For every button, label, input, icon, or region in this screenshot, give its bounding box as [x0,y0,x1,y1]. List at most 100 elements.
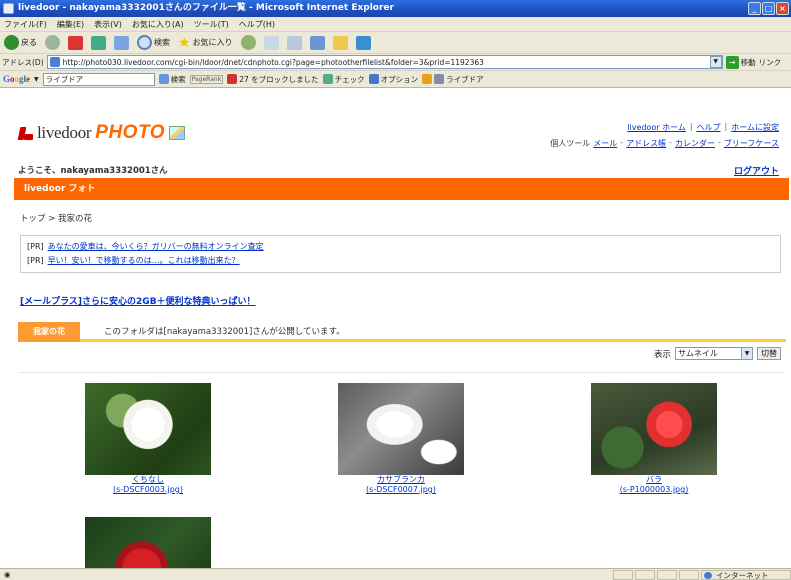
address-dropdown-icon[interactable]: ▼ [709,56,722,68]
back-button[interactable]: 戻る [2,34,39,52]
ie-icon [3,3,14,14]
forward-button[interactable] [43,34,62,52]
photo-file-link[interactable]: (s-P1000003.jpg) [591,485,717,495]
spellcheck-button[interactable]: チェック [322,74,365,85]
logout-link[interactable]: ログアウト [734,164,779,177]
menu-view[interactable]: 表示(V) [94,19,122,30]
breadcrumb[interactable]: トップ > 我家の花 [20,212,92,224]
options-button[interactable]: オプション [368,74,418,85]
history-button[interactable] [239,34,258,52]
go-arrow-icon: → [725,55,739,69]
status-cell [613,569,633,580]
star-icon: ★ [178,34,191,51]
section-title-bar[interactable]: livedoor フォト [14,178,789,200]
view-controls: 表示 サムネイル ▼ 切替 [654,347,781,360]
mail-button[interactable] [262,34,281,52]
personal-tools-label: 個人ツール [550,139,591,148]
google-search-input[interactable]: ライブドア [42,72,155,86]
stop-button[interactable] [66,34,85,52]
minimize-button[interactable]: _ [748,2,761,15]
search-button[interactable]: 検索 [135,34,172,52]
menu-help[interactable]: ヘルプ(H) [239,19,275,30]
photo-file-link[interactable]: (s-DSCF0003.jpg) [85,485,211,495]
menu-tools[interactable]: ツール(T) [194,19,229,30]
pr-link[interactable]: 早い！安い！で移動するのは…。これは移動出来た？ [48,254,240,268]
back-label: 戻る [21,38,37,47]
forward-arrow-icon [45,35,60,50]
folder-header: 我家の花 このフォルダは[nakayama3332001]さんが公開しています。 [18,322,786,342]
address-label: アドレス(D) [2,57,44,67]
rose-photo[interactable] [591,383,717,475]
history-icon [240,35,256,50]
search-label: 検索 [154,38,170,47]
personal-tools: 個人ツール メール - アドレス帳 - カレンダー - ブリーフケース [550,138,779,149]
window-titlebar: livedoor - nakayama3332001さんのファイル一覧 - Mi… [0,0,791,17]
photo-thumbnail: カサブランカ (s-DSCF0007.jpg) [338,383,464,495]
google-logo[interactable]: Google [3,74,30,84]
photo-title-link[interactable]: カサブランカ [338,475,464,485]
google-logo-dropdown-icon[interactable]: ▼ [34,76,39,83]
help-link[interactable]: ヘルプ [697,122,721,133]
links-label[interactable]: リンク [759,57,782,68]
pr-link[interactable]: あなたの愛車は、今いくら？ガリバーの無料オンライン査定 [48,240,264,254]
messenger-icon [355,35,371,50]
briefcase-link[interactable]: ブリーフケース [724,138,779,149]
photo-file-link[interactable]: (s-DSCF0007.jpg) [338,485,464,495]
livedoor-photo-logo[interactable]: livedoor PHOTO [18,122,185,144]
folder-icon [332,35,348,50]
gardenia-photo[interactable] [85,383,211,475]
folder-tab[interactable]: 我家の花 [18,322,80,342]
mail-link[interactable]: メール [593,138,617,149]
calendar-link[interactable]: カレンダー [675,138,715,149]
folder-button[interactable] [331,34,350,52]
window-title: livedoor - nakayama3332001さんのファイル一覧 - Mi… [18,3,394,13]
pagerank-indicator[interactable]: PageRank [189,74,224,84]
popup-blocker-button[interactable]: 27 をブロックしました [227,74,319,85]
print-button[interactable] [285,34,304,52]
internet-zone-indicator: インターネット [701,569,791,580]
favorites-label: お気に入り [192,38,233,47]
set-home-link[interactable]: ホームに設定 [731,122,779,133]
go-label: 移動 [740,57,756,67]
home-button[interactable] [112,34,131,52]
pr-item: [PR] 早い！安い！で移動するのは…。これは移動出来た？ [27,254,774,268]
print-icon [286,35,302,50]
go-button[interactable]: → 移動 [725,55,756,69]
photo-title-link[interactable]: くちなし [85,475,211,485]
camellia-photo[interactable] [85,517,211,568]
chevron-down-icon: ▼ [741,348,752,359]
address-url: http://photo030.livedoor.com/cgi-bin/ldo… [62,57,484,67]
refresh-icon [91,35,106,50]
photo-thumbnail: バラ (s-P1000003.jpg) [591,383,717,495]
menu-edit[interactable]: 編集(E) [57,19,84,30]
google-toolbar: Google ▼ ライブドア 検索 PageRank 27 をブロックしました … [0,71,791,88]
mail-plus-promo-link[interactable]: [メールプラス]さらに安心の2GB＋便利な特典いっぱい！ [20,294,256,307]
favorites-button[interactable]: ★ お気に入り [176,34,235,52]
welcome-text: ようこそ、nakayama3332001さん [18,166,168,176]
top-links: livedoor ホーム | ヘルプ | ホームに設定 [627,122,779,133]
menu-favorites[interactable]: お気に入り(A) [132,19,184,30]
maximize-button[interactable]: □ [762,2,775,15]
status-cell [657,569,677,580]
address-bar: アドレス(D) http://photo030.livedoor.com/cgi… [0,54,791,71]
photo-title-link[interactable]: バラ [591,475,717,485]
options-icon [368,74,379,84]
livedoor-bookmark-button[interactable]: ライブドア [422,74,484,85]
switch-view-button[interactable]: 切替 [757,347,781,360]
view-mode-select[interactable]: サムネイル ▼ [675,347,753,360]
page-content: livedoor PHOTO livedoor ホーム | ヘルプ | ホームに… [0,88,791,568]
status-bar: ◉ インターネット [0,568,791,580]
refresh-button[interactable] [89,34,108,52]
google-search-button[interactable]: 検索 [158,74,186,85]
edit-button[interactable] [308,34,327,52]
menu-file[interactable]: ファイル(F) [4,19,47,30]
site-header: livedoor PHOTO livedoor ホーム | ヘルプ | ホームに… [0,88,791,160]
livedoor-home-link[interactable]: livedoor ホーム [627,122,686,133]
close-button[interactable]: × [776,2,789,15]
photo-gallery: くちなし (s-DSCF0003.jpg) カサブランカ (s-DSCF0007… [18,372,784,568]
messenger-button[interactable] [354,34,373,52]
google-search-icon [158,74,169,84]
casablanca-lily-photo[interactable] [338,383,464,475]
address-book-link[interactable]: アドレス帳 [626,138,666,149]
address-input[interactable]: http://photo030.livedoor.com/cgi-bin/ldo… [46,55,723,69]
